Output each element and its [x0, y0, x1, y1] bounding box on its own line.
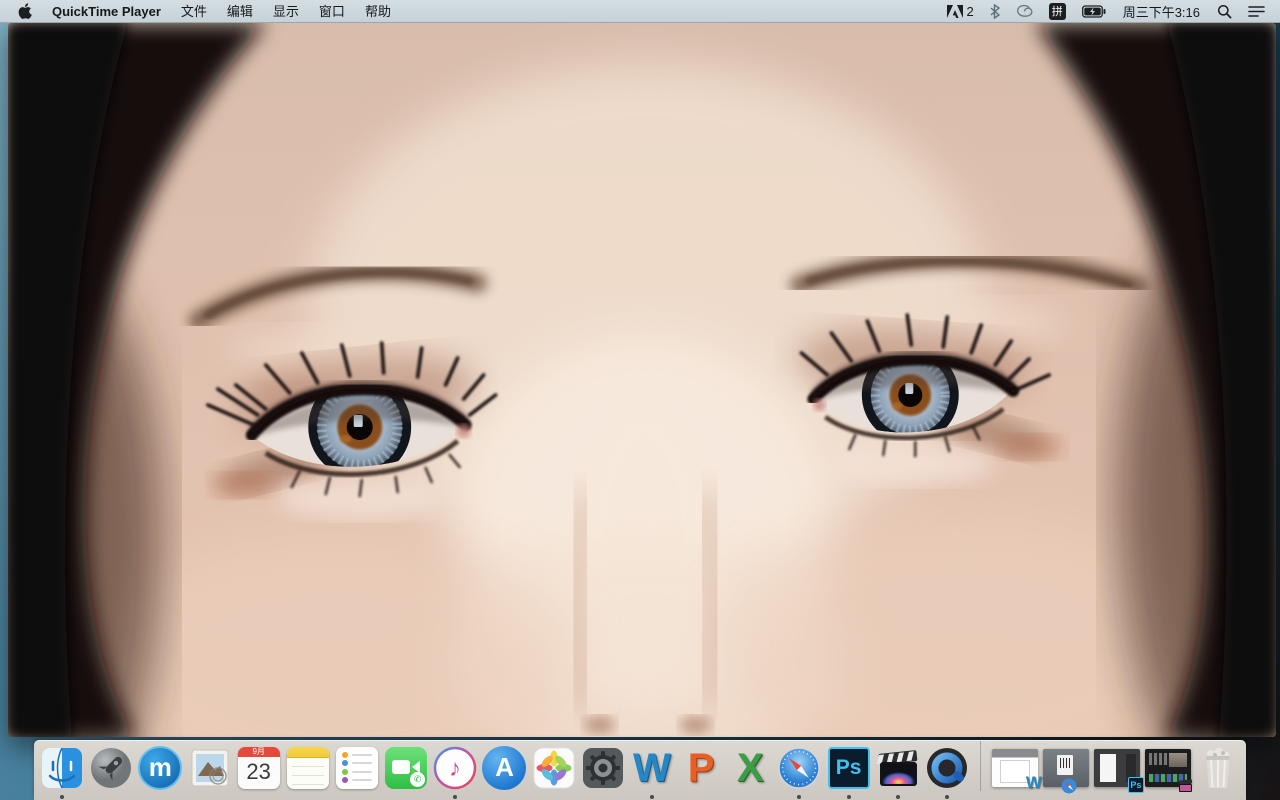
- dock-system-preferences[interactable]: [581, 745, 625, 791]
- facetime-icon: ✆: [385, 746, 428, 789]
- spotlight-status-item[interactable]: [1212, 0, 1237, 23]
- dock-mail[interactable]: [187, 745, 231, 791]
- calendar-day: 23: [246, 758, 271, 784]
- quicktime-icon: [926, 747, 967, 788]
- photoshop-badge: Ps: [1127, 776, 1144, 793]
- dock-minimized-word-window[interactable]: W: [991, 745, 1042, 792]
- notification-center-icon: [1248, 5, 1265, 17]
- swirl-icon: [1016, 4, 1033, 17]
- swirl-status-item[interactable]: [1011, 0, 1038, 23]
- appstore-icon: A: [482, 745, 527, 790]
- dock-maxthon[interactable]: m: [138, 745, 183, 791]
- photos-icon: [533, 747, 575, 788]
- word-window-thumbnail: W: [991, 748, 1042, 792]
- dock-minimized-photoshop-window[interactable]: Ps: [1093, 745, 1144, 793]
- adobe-badge-count: 2: [966, 3, 974, 19]
- dock-calendar[interactable]: 9月 23: [237, 745, 281, 791]
- dock-minimized-safari-window[interactable]: [1042, 745, 1089, 793]
- dock-minimized-finalcut-window[interactable]: [1144, 745, 1193, 792]
- adobe-icon: [947, 4, 964, 18]
- trash-full-icon: [1205, 747, 1230, 788]
- finder-icon: [42, 747, 83, 788]
- input-method-status-item[interactable]: 拼: [1044, 0, 1071, 23]
- spotlight-search-icon: [1217, 4, 1232, 19]
- dock-photoshop[interactable]: Ps: [826, 745, 870, 799]
- dock-finalcut[interactable]: [876, 745, 920, 799]
- maxthon-icon: m: [138, 745, 183, 790]
- finalcut-window-thumbnail: [1144, 748, 1193, 792]
- photoshop-icon: Ps: [827, 746, 870, 789]
- apple-menu-icon[interactable]: [10, 3, 42, 19]
- dock-quicktime[interactable]: [925, 745, 969, 799]
- finalcut-icon: [876, 749, 917, 786]
- dock: m 9月 23 ✆ ♪ A W P X Ps W Ps: [34, 740, 1246, 800]
- dock-powerpoint[interactable]: P: [679, 745, 723, 791]
- safari-badge-icon: [1061, 778, 1077, 793]
- finalcut-badge-icon: [1178, 778, 1193, 792]
- dock-photos[interactable]: [532, 745, 576, 791]
- battery-charging-icon: [1081, 4, 1106, 18]
- mail-icon: [191, 749, 229, 786]
- dock-finder[interactable]: [40, 745, 84, 799]
- safari-icon: [778, 746, 821, 789]
- notification-center-status-item[interactable]: [1243, 0, 1270, 23]
- dock-appstore[interactable]: A: [482, 745, 527, 791]
- dock-launchpad[interactable]: [89, 745, 133, 791]
- adobe-status-item[interactable]: 2: [942, 0, 978, 23]
- pinyin-input-icon: 拼: [1048, 2, 1066, 20]
- dock-divider: [979, 740, 981, 791]
- calendar-month: 9月: [237, 746, 280, 757]
- launchpad-icon: [91, 747, 132, 788]
- dock-excel[interactable]: X: [728, 745, 772, 791]
- word-badge: W: [1025, 772, 1042, 792]
- bluetooth-icon: [990, 3, 1000, 19]
- dock-facetime[interactable]: ✆: [384, 745, 428, 791]
- dock-notes[interactable]: [286, 745, 330, 791]
- calendar-icon: 9月 23: [237, 746, 280, 789]
- menu-edit[interactable]: 编辑: [217, 0, 263, 23]
- itunes-icon: ♪: [434, 746, 477, 789]
- menu-window[interactable]: 窗口: [309, 0, 355, 23]
- dock-word[interactable]: W: [630, 745, 674, 799]
- dock-reminders[interactable]: [335, 745, 379, 791]
- video-frame-face-closeup: [8, 23, 1276, 737]
- menu-file[interactable]: 文件: [171, 0, 217, 23]
- menu-view[interactable]: 显示: [263, 0, 309, 23]
- dock-trash[interactable]: [1196, 745, 1240, 791]
- menu-help[interactable]: 帮助: [355, 0, 401, 23]
- reminders-icon: [335, 746, 378, 789]
- excel-icon: X: [736, 745, 764, 790]
- dock-safari[interactable]: [777, 745, 821, 799]
- menu-bar: QuickTime Player 文件 编辑 显示 窗口 帮助 2 拼 周三下午…: [0, 0, 1280, 23]
- photoshop-window-thumbnail: Ps: [1093, 748, 1144, 793]
- word-icon: W: [633, 745, 671, 790]
- battery-status-item[interactable]: [1077, 0, 1111, 23]
- svg-text:♪: ♪: [449, 755, 461, 782]
- safari-window-thumbnail: [1042, 748, 1089, 793]
- notes-icon: [286, 746, 329, 789]
- menu-bar-clock[interactable]: 周三下午3:16: [1117, 2, 1206, 21]
- active-app-name[interactable]: QuickTime Player: [42, 4, 171, 19]
- bluetooth-status-item[interactable]: [985, 0, 1005, 23]
- dock-itunes[interactable]: ♪: [433, 745, 477, 799]
- quicktime-video-window[interactable]: [8, 23, 1276, 737]
- powerpoint-icon: P: [687, 745, 715, 790]
- system-preferences-icon: [582, 747, 623, 788]
